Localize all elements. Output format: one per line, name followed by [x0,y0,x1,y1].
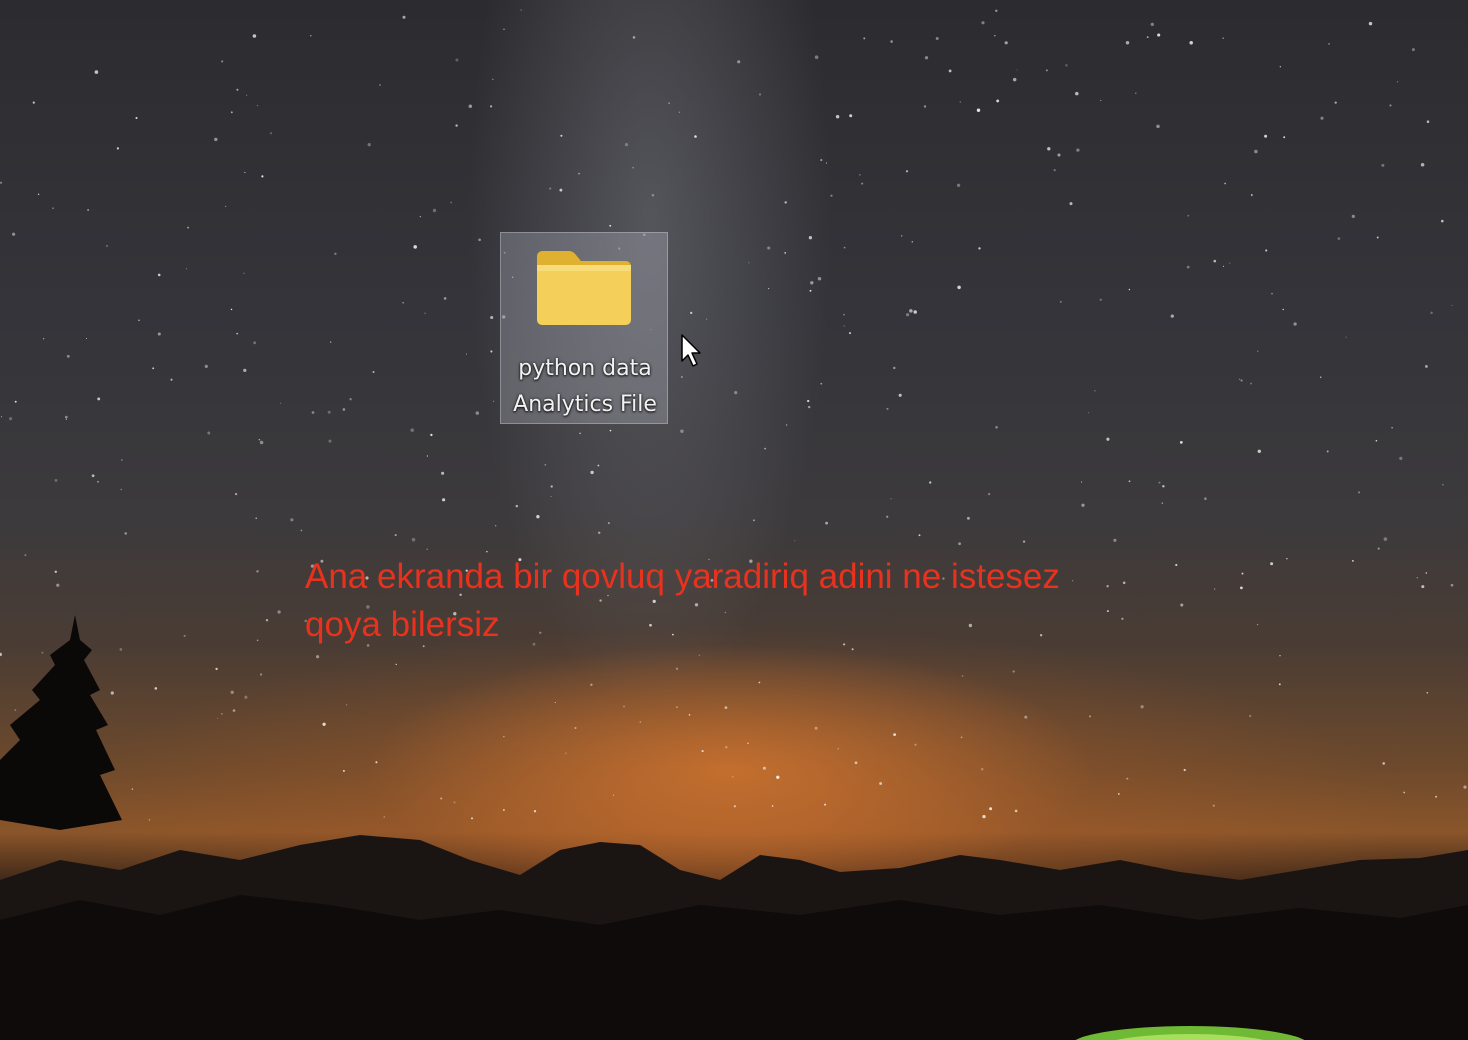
folder-label[interactable]: python data Analytics File [501,351,669,423]
folder-label-line1: python data [518,356,652,381]
folder-icon [537,251,631,325]
folder-label-line2: Analytics File [513,392,657,417]
mountain-silhouette [0,615,1468,1040]
desktop[interactable]: python data Analytics File Ana ekranda b… [0,0,1468,1040]
mouse-pointer-icon [681,334,701,367]
annotation-text: Ana ekranda bir qovluq yaradiriq adini n… [305,553,1205,649]
desktop-folder-icon[interactable]: python data Analytics File [500,232,668,424]
annotation-line1: Ana ekranda bir qovluq yaradiriq adini n… [305,557,1060,596]
tent-glow [1075,1026,1305,1040]
annotation-line2: qoya bilersiz [305,605,500,644]
